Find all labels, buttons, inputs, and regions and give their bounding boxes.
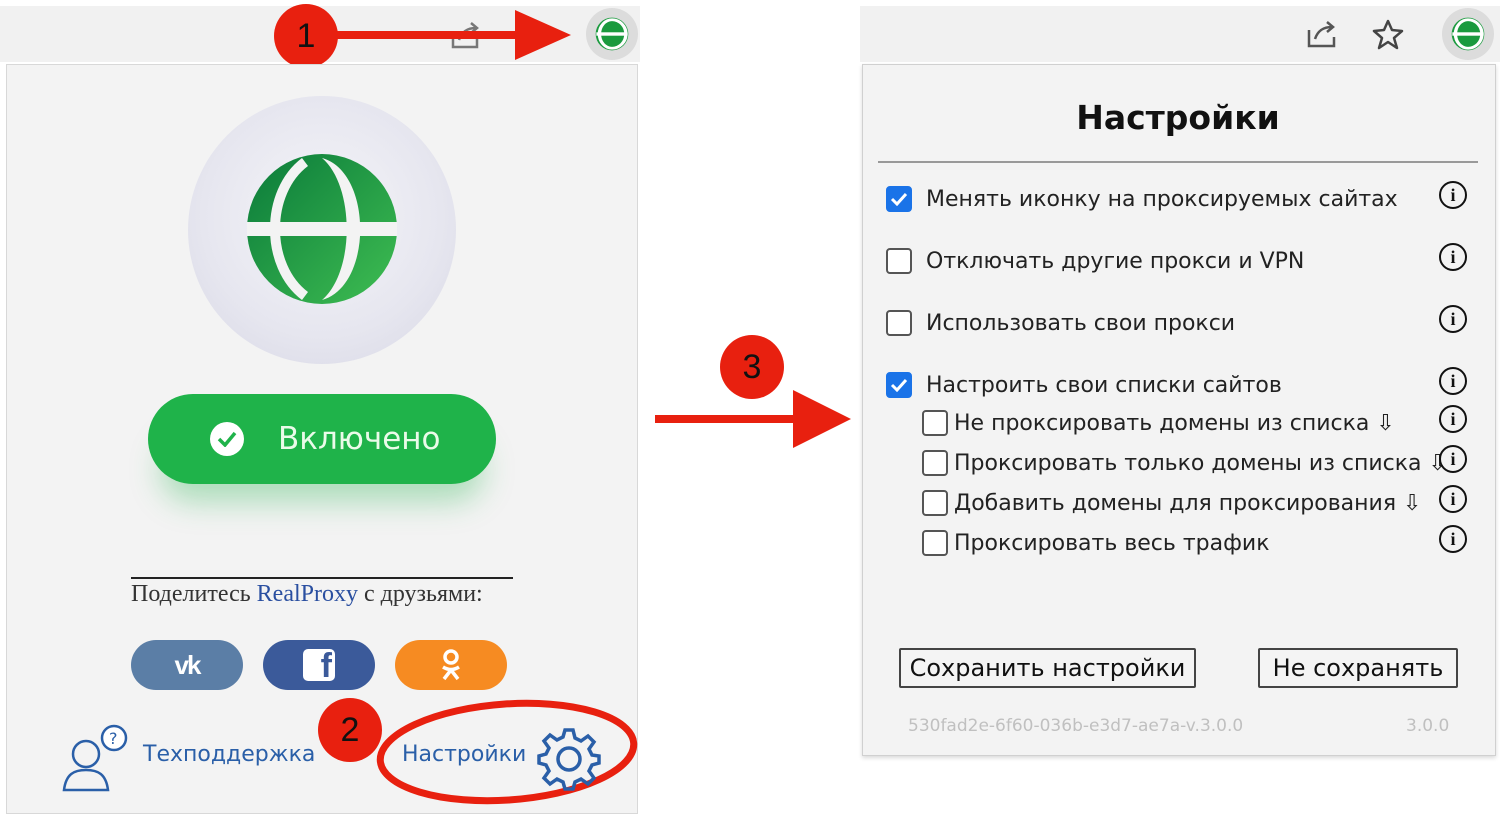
share-prefix: Поделитесь [131,581,251,607]
option-use-own-proxies[interactable]: Использовать свои прокси [886,310,1235,336]
checkbox-change-icon[interactable] [886,186,912,212]
browser-toolbar-right [860,6,1500,62]
checkbox-custom-site-lists[interactable] [886,372,912,398]
save-settings-button[interactable]: Сохранить настройки [899,648,1196,688]
suboption-add-domains[interactable]: Добавить домены для проксирования ⇩ [922,490,1422,516]
suboption-exclude-domains[interactable]: Не проксировать домены из списка ⇩ [922,410,1395,436]
checkbox-exclude-domains[interactable] [922,410,948,436]
info-icon[interactable]: i [1439,367,1467,395]
info-icon[interactable]: i [1439,243,1467,271]
vk-icon: vk [174,649,202,680]
checkbox-add-domains[interactable] [922,490,948,516]
share-icon[interactable] [1306,18,1340,54]
realproxy-logo-icon [595,17,629,51]
step-badge-2: 2 [318,698,382,762]
support-link[interactable]: Техподдержка [143,742,315,767]
support-icon[interactable]: ? [60,724,130,796]
suboption-label: Проксировать только домены из списка ⇩ [954,450,1447,476]
checkbox-proxy-all-traffic[interactable] [922,530,948,556]
share-text: Поделитесь RealProxy с друзьями: [131,577,513,608]
arrow-to-settings [655,390,851,448]
arrow-to-extension [335,10,571,60]
info-icon[interactable]: i [1439,305,1467,333]
share-suffix: с друзьями: [364,581,483,607]
ok-icon [442,649,460,681]
facebook-share-button[interactable]: f [263,640,375,690]
suboption-label: Проксировать весь трафик [954,530,1270,556]
info-icon[interactable]: i [1439,445,1467,473]
gear-icon[interactable] [536,726,602,796]
info-icon[interactable]: i [1439,485,1467,513]
info-icon[interactable]: i [1439,405,1467,433]
star-icon[interactable] [1372,18,1404,54]
option-label: Менять иконку на проксируемых сайтах [926,186,1398,212]
extension-button-right[interactable] [1442,8,1494,60]
checkbox-disable-other-proxies[interactable] [886,248,912,274]
suboption-label: Не проксировать домены из списка ⇩ [954,410,1395,436]
dont-save-button[interactable]: Не сохранять [1258,648,1458,688]
option-custom-site-lists[interactable]: Настроить свои списки сайтов [886,372,1282,398]
option-label: Настроить свои списки сайтов [926,372,1282,398]
brand-link[interactable]: RealProxy [257,581,358,607]
realproxy-logo [245,152,399,310]
extension-button-left[interactable] [586,8,638,60]
step-badge-1: 1 [274,4,338,68]
svg-text:?: ? [109,729,118,748]
option-label: Использовать свои прокси [926,310,1236,336]
vk-share-button[interactable]: vk [131,640,243,690]
toggle-label: Включено [278,421,441,457]
checkbox-use-own-proxies[interactable] [886,310,912,336]
info-icon[interactable]: i [1439,525,1467,553]
settings-link[interactable]: Настройки [402,742,526,767]
extension-id: 530fad2e-6f60-036b-e3d7-ae7a-v.3.0.0 [908,716,1244,736]
realproxy-logo-icon [1451,17,1485,51]
checkbox-only-listed-domains[interactable] [922,450,948,476]
info-icon[interactable]: i [1439,181,1467,209]
option-label: Отключать другие прокси и VPN [926,248,1305,274]
suboption-only-listed-domains[interactable]: Проксировать только домены из списка ⇩ [922,450,1447,476]
enabled-toggle-button[interactable]: Включено [148,394,496,484]
settings-title: Настройки [1076,98,1280,137]
option-change-icon[interactable]: Менять иконку на проксируемых сайтах [886,186,1398,212]
suboption-proxy-all-traffic[interactable]: Проксировать весь трафик [922,530,1270,556]
suboption-label: Добавить домены для проксирования ⇩ [954,490,1422,516]
facebook-icon: f [303,649,335,681]
option-disable-other-proxies[interactable]: Отключать другие прокси и VPN [886,248,1304,274]
title-divider [878,161,1478,163]
version-label: 3.0.0 [1406,716,1450,736]
check-icon [210,422,244,456]
ok-share-button[interactable] [395,640,507,690]
